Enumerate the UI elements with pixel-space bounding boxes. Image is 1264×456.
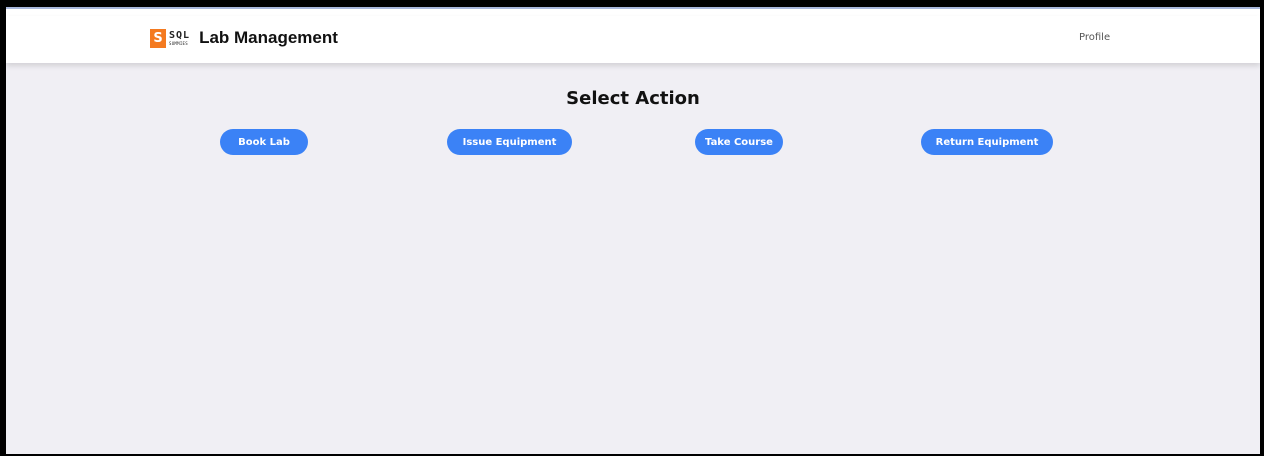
book-lab-button[interactable]: Book Lab	[220, 129, 308, 155]
top-rule	[6, 7, 1260, 16]
app-title: Lab Management	[199, 28, 338, 47]
app-window: S SQL SUMMIES Lab Management Profile Sel…	[6, 7, 1260, 454]
logo-icon: S SQL SUMMIES	[150, 28, 190, 48]
issue-equipment-button[interactable]: Issue Equipment	[447, 129, 572, 155]
brand[interactable]: S SQL SUMMIES Lab Management	[150, 28, 338, 48]
navbar: S SQL SUMMIES Lab Management Profile	[6, 16, 1260, 63]
page-title: Select Action	[566, 88, 700, 109]
take-course-button[interactable]: Take Course	[695, 129, 783, 155]
profile-link[interactable]: Profile	[1079, 32, 1110, 43]
logo-letter: S	[150, 28, 166, 48]
logo-text: SQL	[169, 29, 191, 41]
return-equipment-button[interactable]: Return Equipment	[921, 129, 1053, 155]
logo-wordmark: SQL SUMMIES	[169, 29, 191, 46]
logo-subtext: SUMMIES	[169, 40, 188, 46]
